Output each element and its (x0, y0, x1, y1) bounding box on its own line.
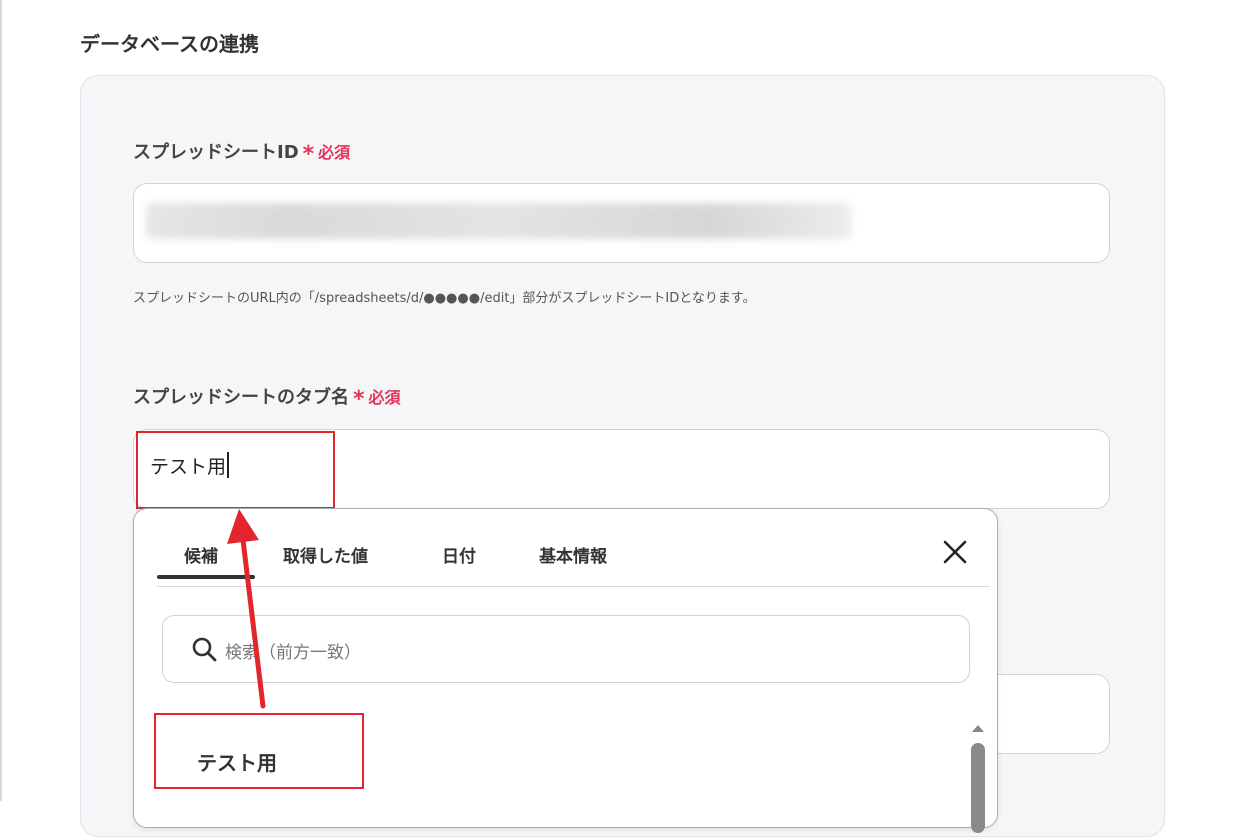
tab-basic-info[interactable]: 基本情報 (539, 542, 607, 567)
tab-name-label-text: スプレッドシートのタブ名 (133, 387, 349, 408)
required-text: 必須 (318, 143, 351, 162)
tab-name-label: スプレッドシートのタブ名 * 必須 (133, 383, 401, 412)
tab-date[interactable]: 日付 (442, 542, 476, 567)
required-badge: * 必須 (353, 387, 401, 412)
tab-divider (157, 586, 990, 587)
required-asterisk: * (302, 142, 315, 167)
section-title: データベースの連携 (80, 32, 259, 56)
left-border (0, 0, 2, 801)
annotation-highlight-input (136, 431, 335, 509)
tab-candidates[interactable]: 候補 (184, 542, 218, 567)
scrollbar-thumb[interactable] (971, 743, 985, 833)
search-input[interactable]: 検索（前方一致） (162, 615, 970, 683)
scroll-up-icon[interactable] (972, 725, 984, 732)
spreadsheet-id-label: スプレッドシートID * 必須 (133, 138, 350, 167)
tab-retrieved-values[interactable]: 取得した値 (283, 542, 368, 567)
redacted-value (146, 203, 851, 239)
annotation-highlight-option (154, 713, 364, 789)
active-tab-indicator (157, 575, 255, 579)
spreadsheet-id-input[interactable] (133, 183, 1110, 263)
search-icon (192, 637, 217, 662)
close-icon[interactable] (940, 537, 970, 567)
required-asterisk: * (353, 387, 365, 412)
required-text: 必須 (368, 388, 401, 407)
search-placeholder: 検索（前方一致） (225, 643, 361, 663)
required-badge: * 必須 (303, 142, 351, 167)
next-field-input[interactable] (990, 674, 1110, 754)
spreadsheet-id-label-text: スプレッドシートID (133, 142, 299, 163)
spreadsheet-id-help: スプレッドシートのURL内の「/spreadsheets/d/●●●●●/edi… (133, 291, 756, 306)
